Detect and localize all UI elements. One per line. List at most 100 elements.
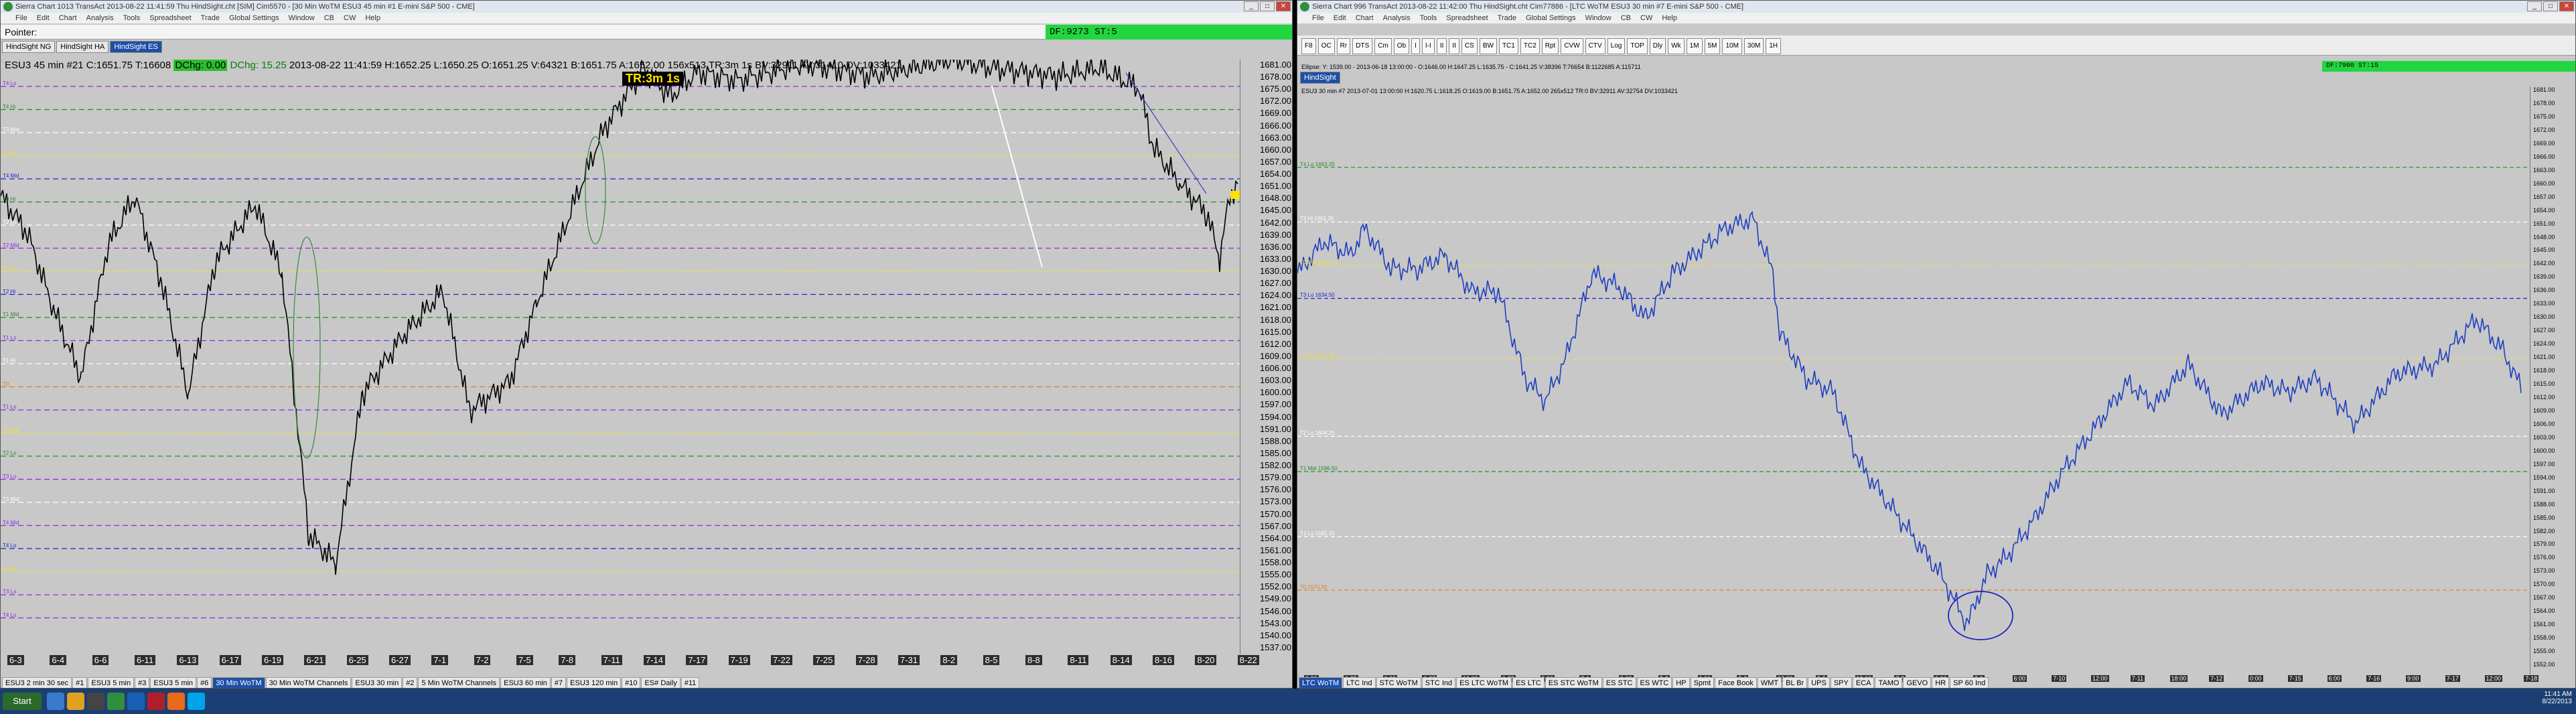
menu-item-chart[interactable]: Chart (59, 13, 77, 23)
chart-tab[interactable]: SP 60 Ind (1950, 677, 1989, 688)
toolbar-button[interactable]: Dly (1649, 38, 1666, 54)
toolbar-button[interactable]: 1M (1686, 38, 1703, 54)
chart-tab[interactable]: Spmt (1690, 677, 1715, 688)
chart-tab[interactable]: 30 Min WoTM Channels (265, 677, 352, 688)
menu-item-cb[interactable]: CB (1621, 13, 1631, 23)
toolbar-button[interactable]: TC1 (1498, 38, 1518, 54)
chart-tab[interactable]: BL Br (1782, 677, 1808, 688)
chart-tab[interactable]: ESU3 60 min (500, 677, 551, 688)
chart-tab[interactable]: Face Book (1715, 677, 1757, 688)
toolbar-button[interactable]: 30M (1743, 38, 1764, 54)
word-icon[interactable] (127, 693, 145, 710)
chart-tab[interactable]: ECA (1852, 677, 1875, 688)
chart-tab[interactable]: ES LTC WoTM (1456, 677, 1512, 688)
price-chart[interactable]: ESU3 45 min #21 C:1651.75 T:16608 DChg: … (1, 60, 1240, 654)
menu-item-cb[interactable]: CB (324, 13, 334, 23)
system-clock[interactable]: 11:41 AM 8/22/2013 (2543, 691, 2573, 705)
chart-tab[interactable]: #11 (681, 677, 700, 688)
menu-item-help[interactable]: Help (365, 13, 380, 23)
toolbar-button[interactable]: BW (1479, 38, 1497, 54)
tab-hindsight-ng[interactable]: HindSight NG (2, 41, 56, 53)
toolbar-button[interactable]: Rr (1336, 38, 1351, 54)
chart-tab[interactable]: ESU3 30 min (352, 677, 403, 688)
toolbar-button[interactable]: 5M (1704, 38, 1721, 54)
toolbar-button[interactable]: 1H (1766, 38, 1782, 54)
menu-item-analysis[interactable]: Analysis (86, 13, 114, 23)
toolbar-button[interactable]: Rpt (1541, 38, 1559, 54)
toolbar-button[interactable]: I (1411, 38, 1420, 54)
toolbar-button[interactable]: 10M (1722, 38, 1742, 54)
chart-tab[interactable]: ES STC (1602, 677, 1636, 688)
menu-item-trade[interactable]: Trade (201, 13, 220, 23)
menu-item-help[interactable]: Help (1662, 13, 1677, 23)
start-button[interactable]: Start (3, 693, 42, 710)
menu-item-file[interactable]: File (15, 13, 27, 23)
toolbar-button[interactable]: CTV (1585, 38, 1605, 54)
toolbar-button[interactable]: DTS (1352, 38, 1373, 54)
tab-hindsight-es[interactable]: HindSight ES (110, 41, 162, 53)
pdf-icon[interactable] (147, 693, 165, 710)
chart-tab[interactable]: ESU3 120 min (567, 677, 622, 688)
toolbar-button[interactable]: F8 (1301, 38, 1316, 54)
tab-hindsight[interactable]: HindSight (1300, 72, 1340, 84)
toolbar-button[interactable]: CVW (1561, 38, 1583, 54)
folder-icon[interactable] (67, 693, 84, 710)
toolbar-button[interactable]: Log (1607, 38, 1626, 54)
chart-tab[interactable]: ES STC WoTM (1545, 677, 1602, 688)
chart-tab[interactable]: ESU3 5 min (150, 677, 197, 688)
toolbar-button[interactable]: I-I (1421, 38, 1435, 54)
toolbar-button[interactable]: II (1449, 38, 1459, 54)
toolbar-button[interactable]: Wk (1668, 38, 1685, 54)
menu-item-cw[interactable]: CW (1640, 13, 1652, 23)
toolbar-button[interactable]: Ob (1393, 38, 1410, 54)
chart-tab[interactable]: ESU3 2 min 30 sec (2, 677, 72, 688)
maximize-button[interactable]: □ (2543, 1, 2558, 11)
skype-icon[interactable] (188, 693, 205, 710)
chart-tab[interactable]: TAMO (1875, 677, 1903, 688)
chart-tab[interactable]: WMT (1757, 677, 1782, 688)
maximize-button[interactable]: □ (1260, 1, 1275, 11)
chart-tab[interactable]: STC Ind (1421, 677, 1456, 688)
chart-tab[interactable]: #1 (72, 677, 88, 688)
menu-item-window[interactable]: Window (289, 13, 315, 23)
chart-tab[interactable]: 5 Min WoTM Channels (418, 677, 500, 688)
chart-tab[interactable]: GEVO (1903, 677, 1932, 688)
toolbar-button[interactable]: II (1436, 38, 1447, 54)
menu-item-chart[interactable]: Chart (1356, 13, 1374, 23)
chart-tab[interactable]: #2 (403, 677, 418, 688)
chart-tab[interactable]: #6 (197, 677, 212, 688)
menu-item-spreadsheet[interactable]: Spreadsheet (149, 13, 191, 23)
app-icon[interactable] (87, 693, 104, 710)
toolbar-button[interactable]: TC2 (1520, 38, 1540, 54)
menu-item-analysis[interactable]: Analysis (1383, 13, 1411, 23)
price-axis[interactable]: 1681.00 1678.00 1675.00 1672.00 1669.00 1666.… (1240, 60, 1292, 654)
chart-tab[interactable]: ES LTC (1512, 677, 1545, 688)
sierra-chart-icon[interactable] (107, 693, 125, 710)
menu-item-trade[interactable]: Trade (1498, 13, 1516, 23)
chart-tab[interactable]: LTC Ind (1343, 677, 1376, 688)
ie-icon[interactable] (47, 693, 64, 710)
price-chart[interactable]: ESU3 30 min #7 2013-07-01 13:00:00 H:162… (1297, 86, 2530, 674)
chart-tab[interactable]: #3 (135, 677, 150, 688)
close-button[interactable]: ✕ (1276, 1, 1291, 11)
chart-tab[interactable]: UPS (1808, 677, 1830, 688)
menu-item-global-settings[interactable]: Global Settings (229, 13, 279, 23)
chart-tab[interactable]: ES# Daily (641, 677, 681, 688)
menu-item-tools[interactable]: Tools (123, 13, 141, 23)
price-axis[interactable]: 1681.00 1678.00 1675.00 1672.00 1669.00 1666.… (2530, 86, 2575, 674)
toolbar-button[interactable]: OC (1317, 38, 1335, 54)
chart-tab[interactable]: #7 (551, 677, 567, 688)
menu-item-edit[interactable]: Edit (37, 13, 50, 23)
menu-item-cw[interactable]: CW (344, 13, 356, 23)
chart-tab[interactable]: ESU3 5 min (88, 677, 135, 688)
chart-tab[interactable]: LTC WoTM (1299, 677, 1343, 688)
chart-tab[interactable]: SPY (1830, 677, 1852, 688)
minimize-button[interactable]: _ (2527, 1, 2542, 11)
close-button[interactable]: ✕ (2559, 1, 2574, 11)
chart-tab[interactable]: STC WoTM (1376, 677, 1421, 688)
chart-tab[interactable]: #10 (622, 677, 641, 688)
menu-item-edit[interactable]: Edit (1334, 13, 1346, 23)
menu-item-global-settings[interactable]: Global Settings (1526, 13, 1576, 23)
toolbar-button[interactable]: Cm (1374, 38, 1392, 54)
chart-tab[interactable]: 30 Min WoTM (212, 677, 265, 688)
